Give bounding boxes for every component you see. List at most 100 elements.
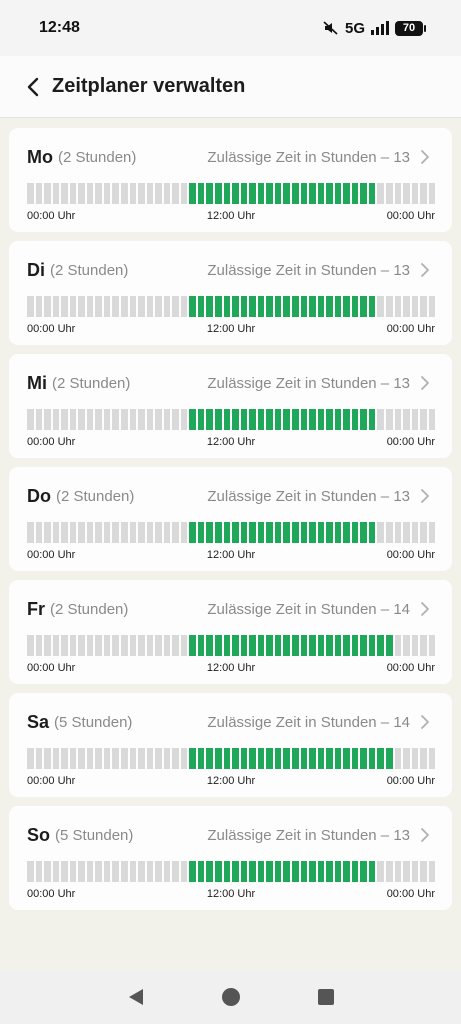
time-segment-allowed [309, 183, 316, 204]
chevron-right-icon[interactable] [420, 149, 434, 165]
time-segment-allowed [232, 748, 239, 769]
time-segment-blocked [163, 861, 171, 882]
time-segment-allowed [385, 635, 393, 656]
time-segment-blocked [155, 296, 162, 317]
time-segment-blocked [385, 522, 393, 543]
time-segment-allowed [197, 635, 205, 656]
time-segment-allowed [215, 522, 222, 543]
time-segment-allowed [189, 183, 196, 204]
time-segment-blocked [35, 748, 43, 769]
time-segment-allowed [257, 183, 265, 204]
time-segment-blocked [180, 748, 188, 769]
time-segment-allowed [257, 748, 265, 769]
time-segment-allowed [334, 748, 342, 769]
time-segment-blocked [385, 296, 393, 317]
time-segment-blocked [155, 522, 162, 543]
time-segment-blocked [44, 183, 51, 204]
time-segment-blocked [138, 409, 145, 430]
chevron-right-icon[interactable] [420, 601, 434, 617]
time-axis-labels: 00:00 Uhr 12:00 Uhr 00:00 Uhr [27, 775, 435, 789]
chevron-right-icon[interactable] [420, 827, 434, 843]
chevron-right-icon[interactable] [420, 488, 434, 504]
time-segment-blocked [69, 522, 77, 543]
chevron-right-icon[interactable] [420, 262, 434, 278]
time-segment-allowed [343, 183, 350, 204]
time-segment-blocked [163, 748, 171, 769]
time-segment-blocked [155, 409, 162, 430]
time-label-end: 00:00 Uhr [386, 549, 435, 561]
time-segment-allowed [240, 296, 248, 317]
time-bar [27, 861, 436, 882]
time-segment-blocked [377, 296, 384, 317]
time-label-end: 00:00 Uhr [386, 888, 435, 900]
time-segment-blocked [86, 635, 94, 656]
time-segment-blocked [35, 296, 43, 317]
time-segment-allowed [215, 296, 222, 317]
time-segment-allowed [326, 296, 333, 317]
allowed-time-label: Zulässige Zeit in Stunden – 13 [207, 826, 410, 844]
schedule-card-so[interactable]: So (5 Stunden) Zulässige Zeit in Stunden –… [9, 806, 452, 910]
time-segment-blocked [138, 522, 145, 543]
time-segment-blocked [403, 861, 410, 882]
time-segment-blocked [163, 635, 171, 656]
chevron-right-icon[interactable] [420, 714, 434, 730]
time-segment-blocked [61, 522, 68, 543]
time-segment-blocked [403, 522, 410, 543]
time-segment-blocked [61, 409, 68, 430]
time-segment-blocked [69, 748, 77, 769]
time-segment-blocked [95, 861, 102, 882]
time-segment-allowed [232, 522, 239, 543]
time-segment-blocked [95, 296, 102, 317]
time-label-mid: 12:00 Uhr [206, 323, 256, 335]
schedule-card-fr[interactable]: Fr (2 Stunden) Zulässige Zeit in Stunden –… [9, 580, 452, 684]
time-segment-allowed [215, 183, 222, 204]
time-segment-blocked [403, 748, 410, 769]
back-button[interactable] [22, 76, 44, 98]
time-label-start: 00:00 Uhr [27, 436, 76, 448]
time-segment-blocked [129, 409, 137, 430]
hours-label: (2 Stunden) [52, 374, 131, 392]
time-segment-allowed [351, 409, 359, 430]
time-segment-blocked [103, 183, 111, 204]
schedule-card-sa[interactable]: Sa (5 Stunden) Zulässige Zeit in Stunden –… [9, 693, 452, 797]
time-segment-blocked [121, 522, 128, 543]
time-segment-allowed [317, 635, 325, 656]
schedule-card-mi[interactable]: Mi (2 Stunden) Zulässige Zeit in Stunden –… [9, 354, 452, 458]
home-circle-icon[interactable] [221, 987, 241, 1007]
time-segment-blocked [138, 748, 145, 769]
time-segment-allowed [223, 861, 231, 882]
time-segment-blocked [78, 635, 85, 656]
chevron-right-icon[interactable] [420, 375, 434, 391]
time-segment-allowed [189, 861, 196, 882]
chevron-left-icon [27, 77, 39, 96]
schedule-card-mo[interactable]: Mo (2 Stunden) Zulässige Zeit in Stunden –… [9, 128, 452, 232]
day-label: Sa [27, 711, 50, 732]
time-segment-allowed [283, 748, 290, 769]
schedule-card-header: Mo (2 Stunden) Zulässige Zeit in Stunden –… [27, 146, 434, 168]
time-segment-blocked [428, 861, 436, 882]
time-segment-allowed [206, 296, 214, 317]
time-label-mid: 12:00 Uhr [206, 888, 256, 900]
time-segment-blocked [112, 522, 120, 543]
time-segment-allowed [317, 522, 325, 543]
schedule-card-do[interactable]: Do (2 Stunden) Zulässige Zeit in Stunden –… [9, 467, 452, 571]
time-segment-blocked [129, 296, 137, 317]
recents-square-icon[interactable] [317, 988, 335, 1006]
time-segment-allowed [197, 409, 205, 430]
time-segment-allowed [206, 183, 214, 204]
time-segment-blocked [61, 861, 68, 882]
time-segment-allowed [343, 861, 350, 882]
time-segment-allowed [257, 522, 265, 543]
time-segment-allowed [326, 522, 333, 543]
time-segment-allowed [283, 183, 290, 204]
schedule-card-di[interactable]: Di (2 Stunden) Zulässige Zeit in Stunden –… [9, 241, 452, 345]
time-axis-labels: 00:00 Uhr 12:00 Uhr 00:00 Uhr [27, 323, 435, 337]
time-segment-allowed [189, 635, 196, 656]
time-segment-blocked [61, 296, 68, 317]
time-segment-allowed [343, 635, 350, 656]
time-segment-blocked [35, 635, 43, 656]
time-segment-blocked [95, 409, 102, 430]
time-segment-blocked [428, 635, 436, 656]
back-triangle-icon[interactable] [126, 987, 146, 1007]
time-label-start: 00:00 Uhr [27, 323, 76, 335]
